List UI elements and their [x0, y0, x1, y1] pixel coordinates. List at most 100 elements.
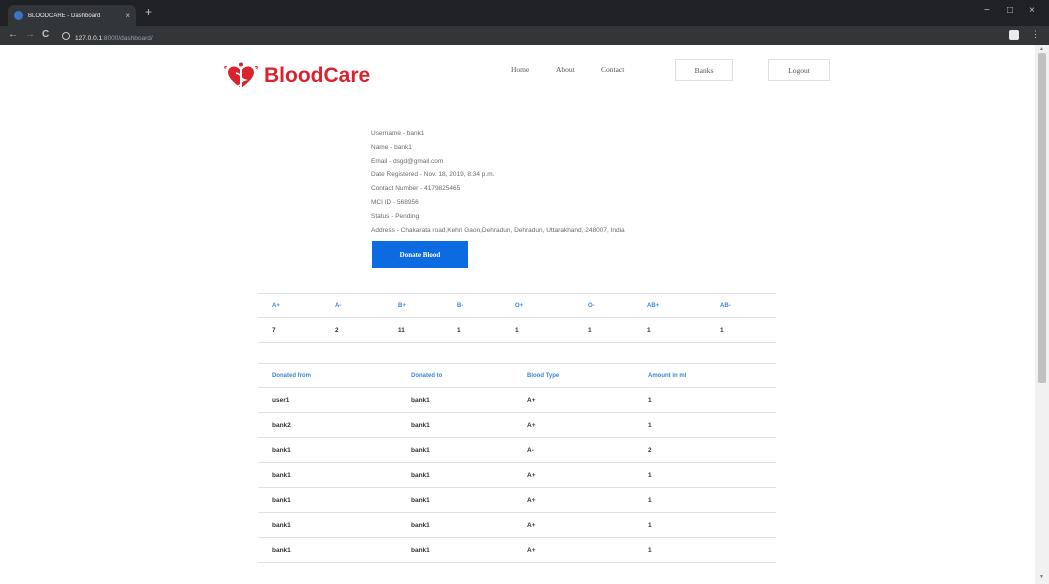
- table-row: bank1 bank1 A+ 1: [258, 513, 776, 538]
- profile-username: Username - bank1: [371, 130, 425, 137]
- url-path: :8000/dashboard/: [102, 35, 153, 42]
- table-cell: A+: [527, 396, 536, 404]
- table-cell: A+: [527, 421, 536, 429]
- page-viewport: BloodCare Home About Contact Banks Logou…: [0, 45, 1035, 584]
- table-cell: 11: [398, 326, 405, 334]
- scroll-down-icon[interactable]: ▼: [1039, 574, 1044, 580]
- table-cell: bank1: [411, 421, 430, 429]
- table-cell: bank1: [411, 521, 430, 529]
- site-logo[interactable]: BloodCare: [224, 62, 370, 90]
- address-bar: ← → C 127.0.0.1:8000/dashboard/: [0, 26, 1049, 45]
- column-header: O+: [515, 302, 524, 309]
- logout-button[interactable]: Logout: [768, 59, 830, 81]
- table-row: bank1 bank1 A+ 1: [258, 463, 776, 488]
- table-cell: 1: [648, 471, 652, 479]
- new-tab-icon[interactable]: +: [145, 6, 152, 18]
- profile-email: Email - dsgd@gmail.com: [371, 157, 444, 165]
- blood-stock-table: A+ A- B+ B- O+ O- AB+ AB- 7 2 11 1 1 1 1…: [258, 293, 776, 343]
- table-cell: 1: [515, 326, 519, 334]
- scrollbar-thumb[interactable]: [1038, 53, 1046, 383]
- table-cell: bank1: [272, 521, 291, 529]
- browser-tab-bar: BLOODCARE - Dashboard × + − □ ×: [0, 0, 1049, 26]
- table-cell: 1: [648, 496, 652, 504]
- back-icon[interactable]: ←: [8, 29, 18, 40]
- table-cell: 7: [272, 326, 276, 334]
- table-cell: bank1: [411, 496, 430, 504]
- donations-table: Donated from Donated to Blood Type Amoun…: [258, 363, 776, 563]
- table-cell: user1: [272, 396, 290, 404]
- table-cell: bank1: [272, 446, 291, 454]
- profile-contact-number: Contact Number - 4179825465: [371, 185, 461, 193]
- column-header: AB+: [647, 302, 660, 309]
- table-cell: bank2: [272, 421, 291, 429]
- table-cell: 2: [648, 446, 652, 454]
- column-header: A-: [335, 302, 342, 309]
- reload-icon[interactable]: C: [42, 29, 49, 40]
- table-row: bank1 bank1 A+ 1: [258, 538, 776, 563]
- table-row: 7 2 11 1 1 1 1 1: [258, 318, 776, 343]
- table-cell: A+: [527, 471, 536, 479]
- page-scrollbar[interactable]: ▲ ▼: [1035, 45, 1049, 584]
- profile-details: Username - bank1 Name - bank1 Email - ds…: [371, 127, 625, 237]
- table-cell: bank1: [411, 471, 430, 479]
- profile-address: Address - Chakarata road,Kehri Gaon,Dehr…: [371, 226, 625, 234]
- tab-title: BLOODCARE - Dashboard: [28, 12, 101, 19]
- window-close-icon[interactable]: ×: [1029, 5, 1035, 16]
- browser-menu-icon[interactable]: ⋮: [1031, 29, 1040, 40]
- table-header-row: A+ A- B+ B- O+ O- AB+ AB-: [258, 293, 776, 318]
- site-info-icon[interactable]: [62, 32, 70, 40]
- table-cell: 1: [648, 396, 652, 404]
- url-host: 127.0.0.1: [75, 35, 103, 42]
- column-header: B+: [398, 302, 406, 309]
- profile-avatar-icon[interactable]: [1009, 30, 1019, 40]
- table-row: user1 bank1 A+ 1: [258, 388, 776, 413]
- table-cell: bank1: [272, 471, 291, 479]
- url-input[interactable]: 127.0.0.1:8000/dashboard/: [62, 29, 1022, 43]
- banks-button[interactable]: Banks: [675, 59, 733, 81]
- column-header: Donated from: [272, 372, 311, 379]
- column-header: Amount in ml: [648, 372, 687, 379]
- column-header: AB-: [720, 302, 731, 309]
- scroll-up-icon[interactable]: ▲: [1039, 46, 1044, 52]
- table-row: bank1 bank1 A+ 1: [258, 488, 776, 513]
- profile-name: Name - bank1: [371, 143, 412, 151]
- table-cell: 1: [648, 546, 652, 554]
- favicon-icon: [14, 11, 23, 20]
- profile-status: Status - Pending: [371, 212, 420, 220]
- column-header: Donated to: [411, 372, 443, 379]
- maximize-icon[interactable]: □: [1007, 5, 1013, 16]
- table-cell: bank1: [411, 396, 430, 404]
- column-header: B-: [457, 302, 464, 309]
- table-cell: A+: [527, 521, 536, 529]
- profile-date-registered: Date Registered - Nov. 18, 2019, 8:34 p.…: [371, 171, 495, 179]
- nav-contact-link[interactable]: Contact: [601, 65, 624, 74]
- minimize-icon[interactable]: −: [984, 5, 990, 16]
- nav-home-link[interactable]: Home: [511, 65, 529, 74]
- browser-tab[interactable]: BLOODCARE - Dashboard ×: [8, 5, 136, 26]
- logo-text: BloodCare: [264, 64, 371, 87]
- forward-icon[interactable]: →: [25, 29, 35, 40]
- table-cell: 1: [647, 326, 651, 334]
- table-cell: A+: [527, 496, 536, 504]
- table-cell: bank1: [272, 546, 291, 554]
- table-row: bank1 bank1 A- 2: [258, 438, 776, 463]
- column-header: Blood Type: [527, 372, 560, 379]
- donate-blood-button[interactable]: Donate Blood: [372, 241, 468, 268]
- table-cell: 1: [648, 421, 652, 429]
- table-cell: bank1: [411, 446, 430, 454]
- table-cell: A+: [527, 546, 536, 554]
- tab-close-icon[interactable]: ×: [125, 11, 130, 20]
- table-cell: bank1: [411, 546, 430, 554]
- table-cell: 1: [720, 326, 724, 334]
- nav-about-link[interactable]: About: [556, 65, 575, 74]
- profile-mci-id: MCI ID - 568956: [371, 198, 419, 206]
- table-cell: 2: [335, 326, 339, 334]
- caduceus-heart-icon: [224, 62, 258, 89]
- table-header-row: Donated from Donated to Blood Type Amoun…: [258, 363, 776, 388]
- table-cell: 1: [588, 326, 592, 334]
- table-cell: 1: [648, 521, 652, 529]
- table-row: bank2 bank1 A+ 1: [258, 413, 776, 438]
- column-header: O-: [588, 302, 595, 309]
- column-header: A+: [272, 302, 280, 309]
- table-cell: 1: [457, 326, 461, 334]
